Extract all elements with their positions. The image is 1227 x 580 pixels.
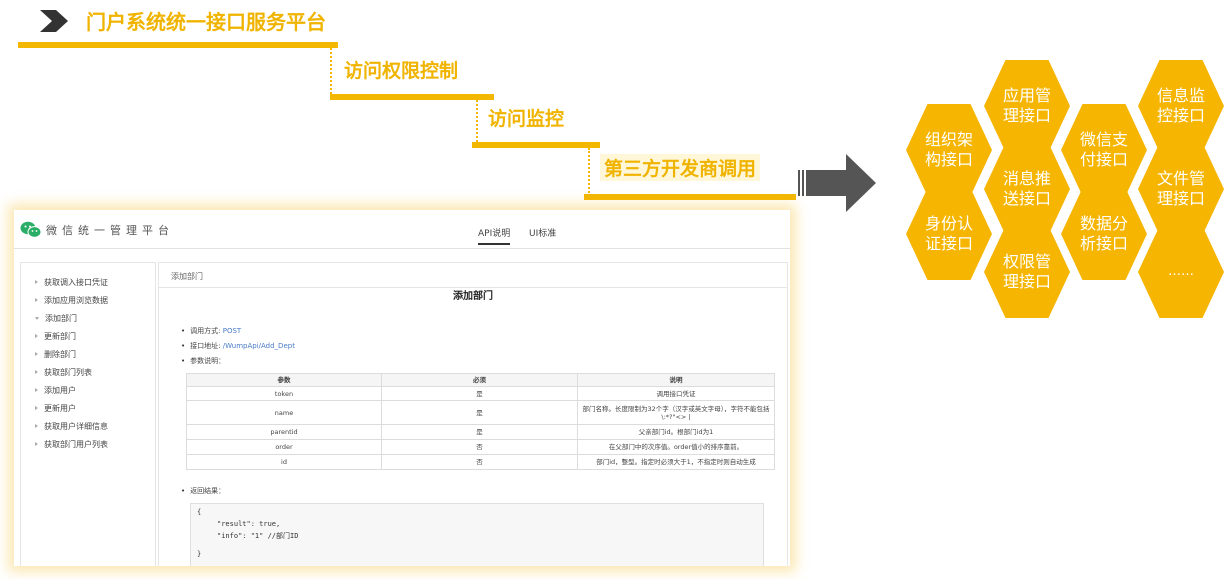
step-underline [584,194,796,200]
step-third-party: 第三方开发商调用 [600,154,761,181]
doc-title: 添加部门 [453,291,493,302]
result-label: 返回结果： [181,486,225,496]
code-line: { [197,508,202,516]
step-access-control: 访问权限控制 [344,60,459,82]
table-cell: 是 [381,400,578,425]
sidebar-item[interactable]: 添加应用浏览数据 [35,295,108,306]
wechat-logo-icon [20,221,42,238]
caret-down-icon [35,317,39,320]
table-row: order 否 在父部门中的次序值。order值小的排序靠前。 [186,439,775,455]
table-header: 说明 [577,373,775,387]
table-cell: 是 [381,424,578,440]
table-cell: token [186,386,382,401]
table-cell: 否 [381,439,578,455]
table-row: token 是 调用接口凭证 [186,386,775,401]
hex-permission-api: 权限管理接口 [984,226,1070,318]
caret-right-icon [35,442,38,446]
caret-right-icon [35,280,38,284]
table-cell: 调用接口凭证 [577,386,775,401]
table-cell: 部门id，整型。指定时必须大于1，不指定时则自动生成 [577,454,775,470]
brand-name: 微信统一管理平台 [46,224,174,237]
caret-right-icon [35,298,38,302]
table-header: 必须 [381,373,578,387]
chevron-right-icon [40,10,68,32]
sidebar-item[interactable]: 更新用户 [35,403,76,414]
api-sidebar: 获取调入接口凭证 添加应用浏览数据 添加部门 更新部门 删除部门 获取部门列表 … [20,262,156,566]
caret-right-icon [35,406,38,410]
sidebar-item[interactable]: 获取部门列表 [35,367,92,378]
caret-right-icon [35,370,38,374]
table-cell: 父亲部门id。根部门id为1 [577,424,775,440]
caret-right-icon [35,352,38,356]
arrow-right-icon [798,154,876,212]
table-row: name 是 部门名称。长度限制为32个字（汉字或英文字母），字符不能包括\:*… [186,400,775,425]
step-underline [472,142,600,148]
table-cell: order [186,439,382,455]
caret-right-icon [35,424,38,428]
caret-right-icon [35,388,38,392]
sidebar-item[interactable]: 删除部门 [35,349,76,360]
table-header: 参数 [186,373,382,387]
hex-wechat-pay-api: 微信支付接口 [1061,104,1147,196]
code-line: "info": "1" //部门ID [217,532,299,540]
step-connector [476,100,478,142]
table-row: id 否 部门id，整型。指定时必须大于1，不指定时则自动生成 [186,454,775,470]
table-cell: 否 [381,454,578,470]
sidebar-item[interactable]: 获取调入接口凭证 [35,277,108,288]
table-cell: 是 [381,386,578,401]
table-header-row: 参数 必须 说明 [186,373,775,387]
platform-title: 门户系统统一接口服务平台 [86,10,326,34]
hex-org-api: 组织架构接口 [906,104,992,196]
sidebar-item[interactable]: 获取部门用户列表 [35,439,108,450]
step-connector [588,148,590,196]
hex-monitor-api: 信息监控接口 [1138,60,1224,152]
table-cell: name [186,400,382,425]
url-line: 接口地址: /WumpApi/Add_Dept [181,341,295,351]
result-code-block: { "result": true, "info": "1" //部门ID } [190,503,764,566]
hex-more: …… [1138,226,1224,318]
hex-app-mgmt-api: 应用管理接口 [984,60,1070,152]
params-label: 参数说明： [181,356,225,366]
step-underline [330,94,494,100]
hex-auth-api: 身份认证接口 [906,188,992,280]
breadcrumb: 添加部门 [159,263,787,288]
sidebar-item[interactable]: 获取用户详细信息 [35,421,108,432]
table-cell: 在父部门中的次序值。order值小的排序靠前。 [577,439,775,455]
step-connector [330,48,332,94]
sidebar-item[interactable]: 添加用户 [35,385,76,396]
hex-analytics-api: 数据分析接口 [1061,188,1147,280]
platform-screenshot: 微信统一管理平台 API说明 UI标准 获取调入接口凭证 添加应用浏览数据 添加… [14,210,790,566]
code-line: } [197,550,202,558]
table-cell: parentid [186,424,382,440]
code-line: "result": true, [217,520,281,528]
top-navbar: 微信统一管理平台 API说明 UI标准 [14,210,790,249]
params-table: 参数 必须 说明 token 是 调用接口凭证 name 是 部门名称。长度限制… [186,373,775,470]
tab-api-docs[interactable]: API说明 [478,226,511,245]
table-row: parentid 是 父亲部门id。根部门id为1 [186,424,775,440]
hex-message-api: 消息推送接口 [984,143,1070,235]
title-underline [18,42,338,48]
caret-right-icon [35,334,38,338]
api-content: 添加部门 添加部门 调用方式: POST 接口地址: /WumpApi/Add_… [158,262,788,566]
hex-file-api: 文件管理接口 [1138,143,1224,235]
table-cell: id [186,454,382,470]
tab-ui-standard[interactable]: UI标准 [529,226,556,239]
sidebar-item[interactable]: 更新部门 [35,331,76,342]
step-access-monitor: 访问监控 [488,108,565,130]
table-cell: 部门名称。长度限制为32个字（汉字或英文字母），字符不能包括\:*?"<> | [577,400,775,425]
sidebar-item-active[interactable]: 添加部门 [35,313,77,324]
method-line: 调用方式: POST [181,326,241,336]
